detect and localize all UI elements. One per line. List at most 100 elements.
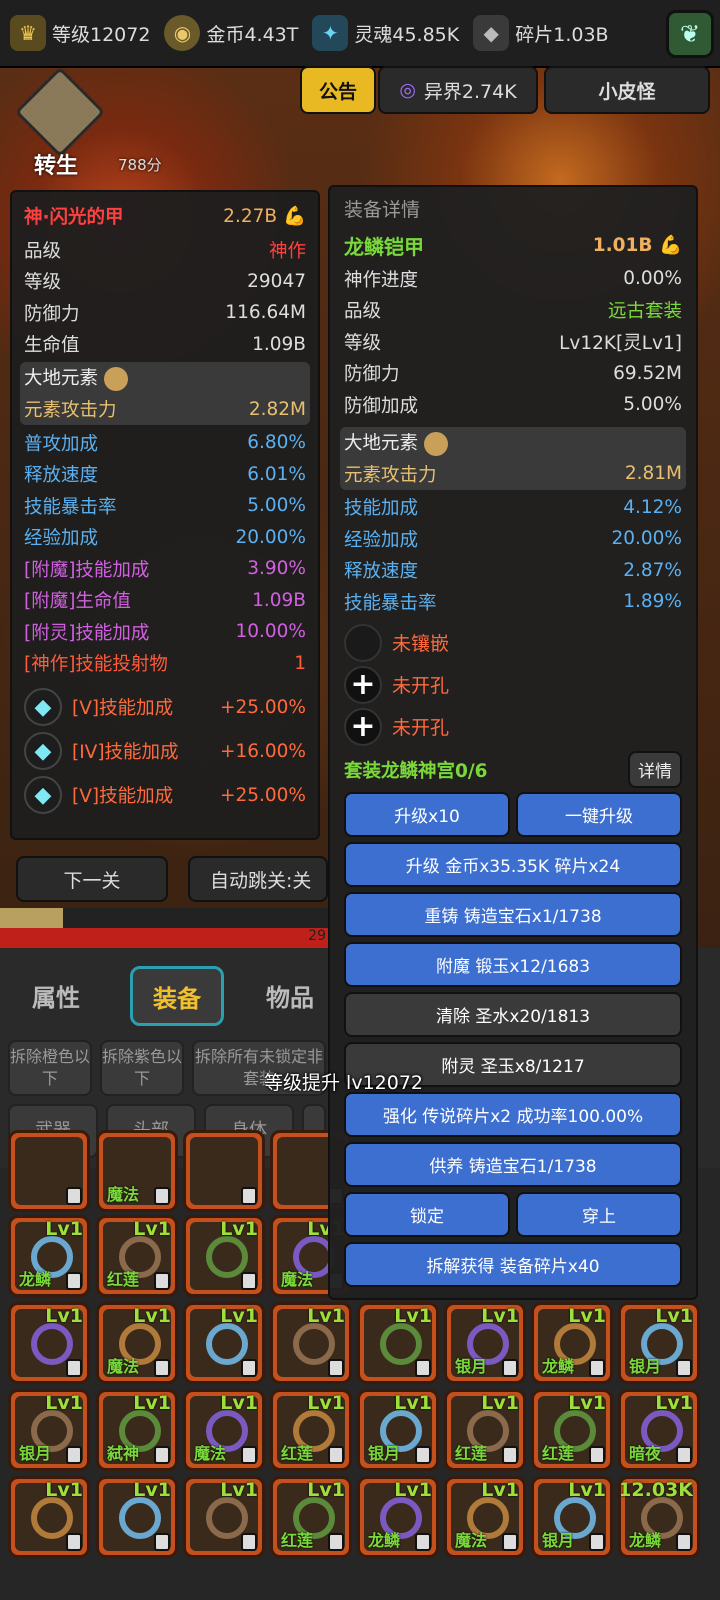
socket-slot[interactable]: 未镶嵌	[344, 622, 682, 664]
inventory-slot[interactable]: Lv1	[357, 1302, 439, 1384]
bonus-row: 经验加成 20.00%	[24, 522, 306, 554]
element-name: 大地元素	[24, 364, 128, 392]
inventory-slot[interactable]: Lv1 龙鳞	[357, 1476, 439, 1558]
shard-icon: ◆	[473, 15, 510, 51]
gold-text: 金币4.43T	[206, 23, 299, 46]
shard-resource: ◆ 碎片1.03B	[473, 15, 609, 51]
stat-row: 品级 神作	[24, 234, 306, 266]
inventory-slot[interactable]: Lv1 红莲	[444, 1389, 526, 1471]
one-click-upgrade-button[interactable]: 一键升级	[516, 791, 682, 837]
socket-slot[interactable]: + 未开孔	[344, 664, 682, 706]
inventory-slot[interactable]	[8, 1130, 90, 1212]
inventory-slot[interactable]: Lv1 红莲	[270, 1389, 352, 1471]
lock-button[interactable]: 锁定	[344, 1191, 510, 1237]
inventory-slot[interactable]: Lv12.03K 龙鳞	[618, 1476, 700, 1558]
inventory-slot[interactable]: Lv1	[183, 1476, 265, 1558]
diamond-icon: ◆	[24, 732, 62, 770]
enchant-button[interactable]: 附魔 锻玉x12/1683	[344, 941, 682, 987]
lock-icon	[415, 1533, 431, 1551]
muscle-icon: 💪	[282, 206, 306, 227]
inventory-slot[interactable]: Lv1	[8, 1476, 90, 1558]
detail-element-attack-value: 2.81M	[624, 463, 682, 485]
tab-attributes[interactable]: 属性	[32, 978, 80, 1013]
inventory-slot[interactable]: Lv1	[8, 1302, 90, 1384]
detail-stat-row-value: 69.52M	[613, 362, 682, 384]
monster-button[interactable]: 小皮怪	[544, 66, 710, 114]
otherworld-button[interactable]: ◎ 异界2.74K	[378, 66, 538, 114]
inventory-slot[interactable]: Lv1 龙鳞	[8, 1215, 90, 1297]
inventory-slot[interactable]: Lv1 魔法	[444, 1476, 526, 1558]
inventory-slot[interactable]: Lv1 银月	[357, 1389, 439, 1471]
coin-icon: ◉	[164, 15, 201, 51]
inventory-slot[interactable]: Lv1 龙鳞	[531, 1302, 613, 1384]
item-level: Lv1	[220, 1479, 258, 1501]
inventory-slot[interactable]: Lv1 魔法	[183, 1389, 265, 1471]
nurture-button[interactable]: 供养 铸造宝石1/1738	[344, 1141, 682, 1187]
inventory-slot[interactable]	[183, 1130, 265, 1212]
lock-icon	[154, 1272, 170, 1290]
tab-equipment[interactable]: 装备	[130, 966, 224, 1026]
item-set-name: 龙鳞	[368, 1531, 401, 1550]
menu-button[interactable]: ❦	[666, 10, 714, 58]
inventory-slot[interactable]: 魔法	[96, 1130, 178, 1212]
item-level: Lv1	[394, 1479, 432, 1501]
inventory-slot[interactable]: Lv1 暗夜	[618, 1389, 700, 1471]
item-set-name: 银月	[542, 1531, 575, 1550]
dismantle-orange-button[interactable]: 拆除橙色以下	[8, 1040, 92, 1096]
inventory-slot[interactable]: Lv1 银月	[444, 1302, 526, 1384]
item-set-name: 龙鳞	[19, 1270, 52, 1289]
inventory-slot[interactable]: Lv1 红莲	[270, 1476, 352, 1558]
socket-slot[interactable]: + 未开孔	[344, 706, 682, 748]
bonus-row-label: 普攻加成	[24, 433, 99, 455]
hp-bar: 29	[0, 928, 330, 948]
inventory-slot[interactable]: Lv1 银月	[618, 1302, 700, 1384]
inventory-slot[interactable]: Lv1 魔法	[96, 1302, 178, 1384]
upgrade-x10-button[interactable]: 升级x10	[344, 791, 510, 837]
lock-icon	[502, 1446, 518, 1464]
lock-icon	[241, 1272, 257, 1290]
auto-skip-toggle[interactable]: 自动跳关:关	[188, 856, 328, 902]
inventory-slot[interactable]: Lv1 弑神	[96, 1389, 178, 1471]
inventory-slot[interactable]: Lv1	[270, 1302, 352, 1384]
notice-button[interactable]: 公告	[300, 66, 376, 114]
inventory-slot[interactable]: Lv1 银月	[531, 1476, 613, 1558]
inventory-slot[interactable]: Lv1	[96, 1476, 178, 1558]
detail-stat-row-label: 神作进度	[344, 269, 419, 291]
item-level: Lv1	[45, 1218, 83, 1240]
next-stage-button[interactable]: 下一关	[16, 856, 168, 902]
set-detail-button[interactable]: 详情	[628, 751, 682, 788]
lock-icon	[589, 1533, 605, 1551]
item-set-name: 银月	[368, 1444, 401, 1463]
detail-bonus-row: 技能加成 4.12%	[344, 492, 682, 524]
inventory-slot[interactable]: Lv1 红莲	[96, 1215, 178, 1297]
detail-bonus-row-value: 1.89%	[623, 591, 682, 613]
detail-bonus-row-value: 4.12%	[623, 496, 682, 518]
earth-element-icon	[103, 367, 128, 392]
lock-icon	[154, 1187, 170, 1205]
enchant-row: [附魔]技能加成 3.90%	[24, 553, 306, 585]
soul-text: 灵魂45.85K	[354, 23, 460, 46]
item-level: Lv1	[394, 1392, 432, 1414]
dismantle-purple-button[interactable]: 拆除紫色以下	[100, 1040, 184, 1096]
stat-row-value: 1.09B	[252, 333, 306, 355]
detail-element-block: 大地元素 元素攻击力 2.81M	[340, 426, 686, 490]
recast-button[interactable]: 重铸 铸造宝石x1/1738	[344, 891, 682, 937]
item-detail-panel: 装备详情 龙鳞铠甲 1.01B 💪 神作进度 0.00% 品级 远古套装 等级 Lv12K…	[328, 185, 698, 1300]
equipped-item-name: 神·闪光的甲	[24, 207, 124, 228]
equip-button[interactable]: 穿上	[516, 1191, 682, 1237]
inventory-slot[interactable]: Lv1	[183, 1302, 265, 1384]
strengthen-button[interactable]: 强化 传说碎片x2 成功率100.00%	[344, 1091, 682, 1137]
dismantle-item-button[interactable]: 拆解获得 装备碎片x40	[344, 1241, 682, 1287]
detail-bonus-row-value: 20.00%	[611, 528, 682, 550]
upgrade-cost-button[interactable]: 升级 金币x35.35K 碎片x24	[344, 841, 682, 887]
muscle-icon: 💪	[658, 235, 682, 256]
enchant-row: [附灵]技能加成 10.00%	[24, 616, 306, 648]
inventory-slot[interactable]: Lv1 银月	[8, 1389, 90, 1471]
inventory-slot[interactable]: Lv1	[183, 1215, 265, 1297]
item-set-name: 红莲	[281, 1531, 314, 1550]
tab-items[interactable]: 物品	[266, 978, 314, 1013]
detail-stat-row: 神作进度 0.00%	[344, 263, 682, 295]
clear-button[interactable]: 清除 圣水x20/1813	[344, 991, 682, 1037]
crown-icon: ♛	[10, 15, 46, 51]
inventory-slot[interactable]: Lv1 红莲	[531, 1389, 613, 1471]
